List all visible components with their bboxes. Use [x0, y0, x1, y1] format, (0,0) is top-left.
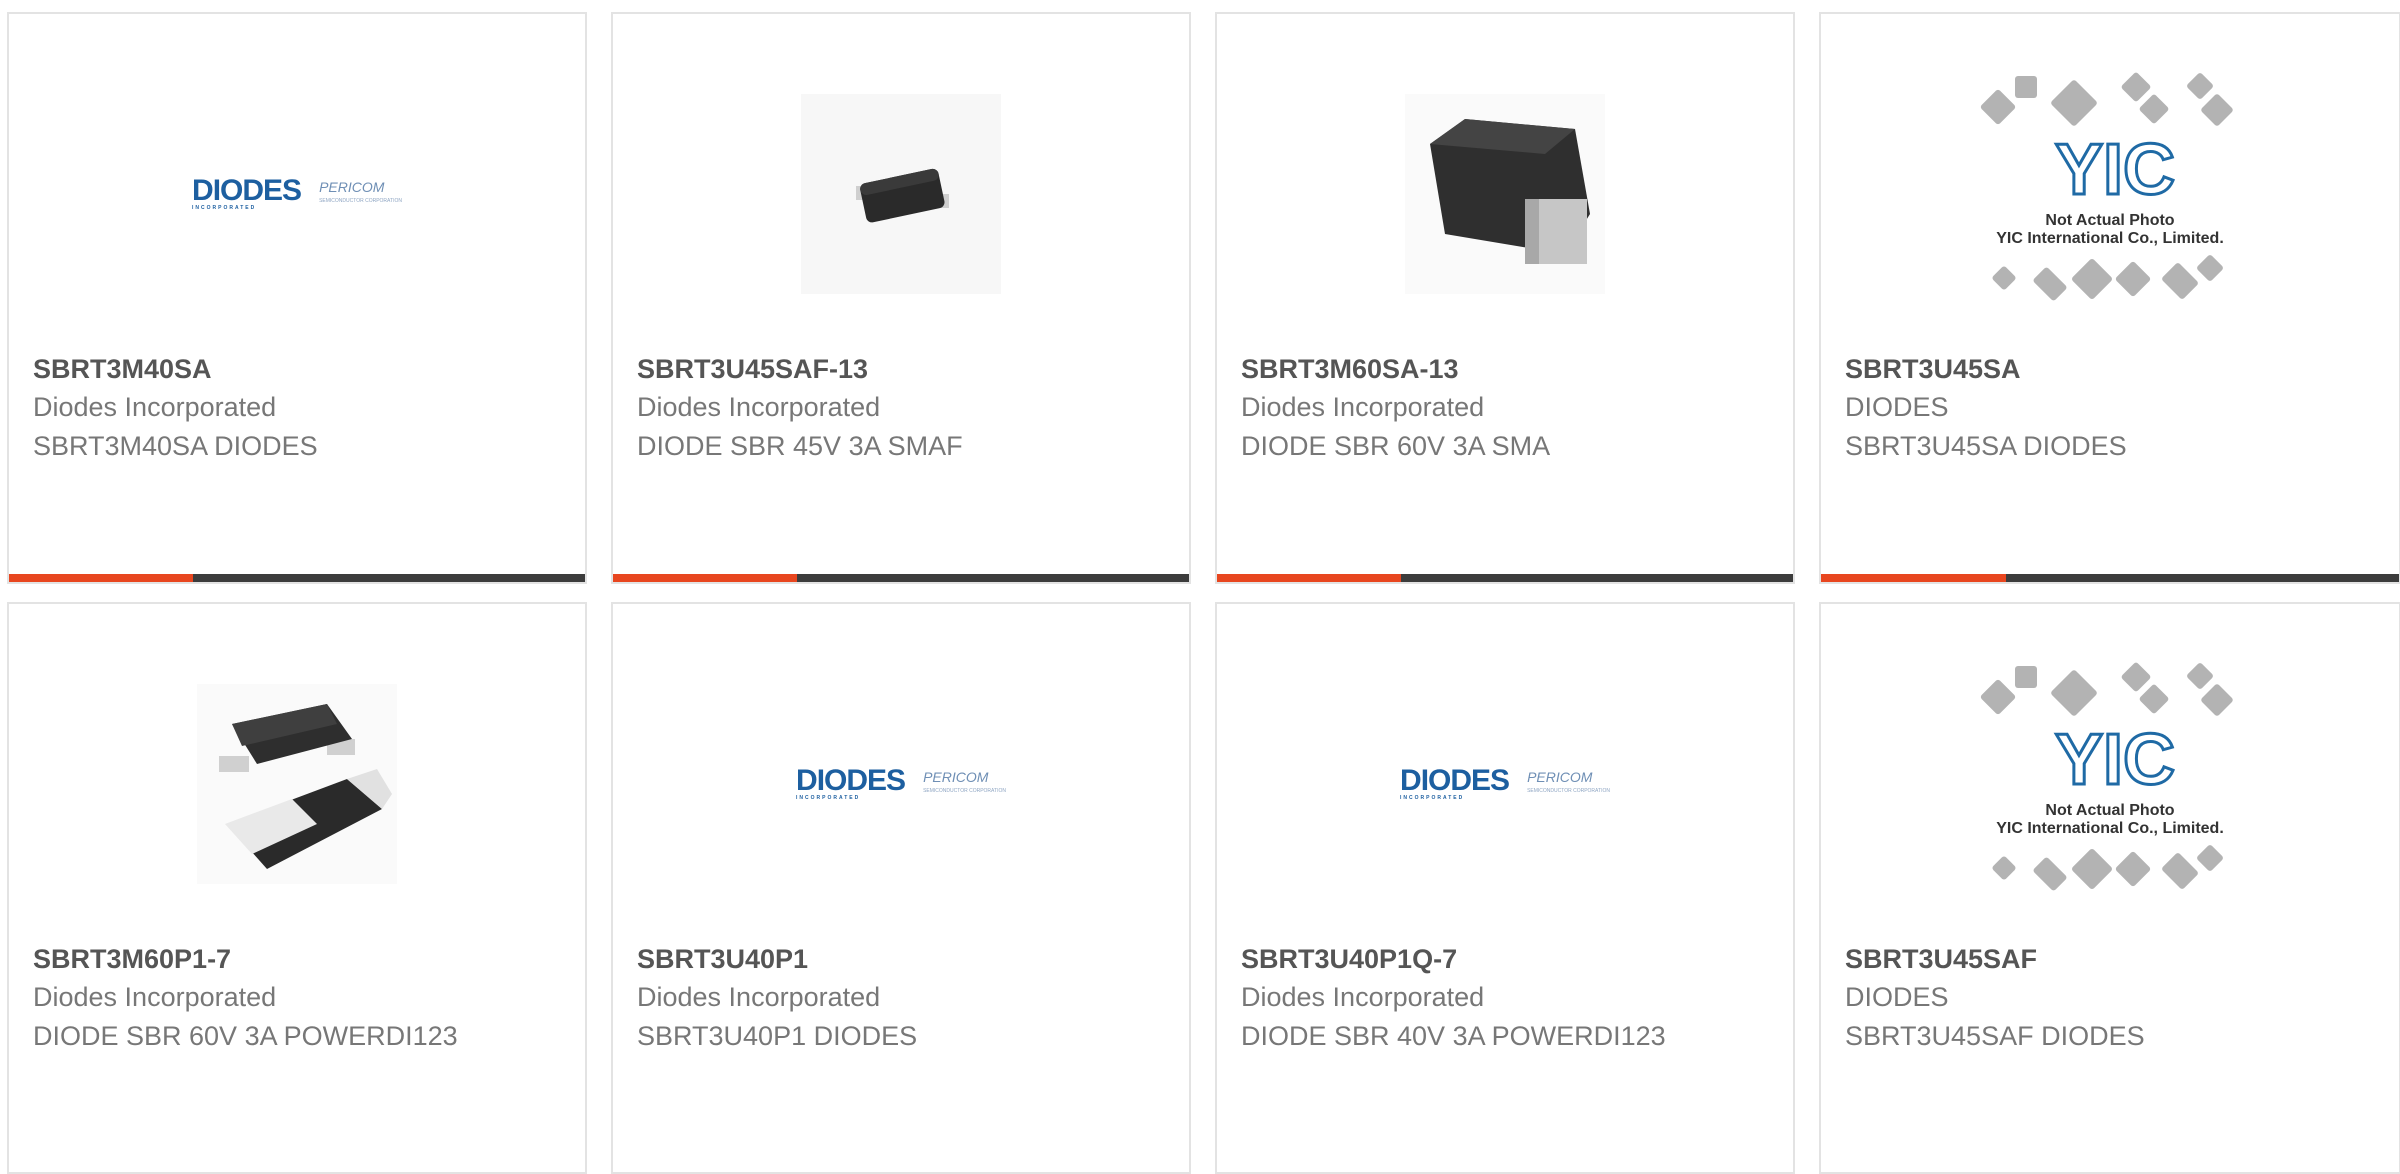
manufacturer: Diodes Incorporated — [637, 982, 881, 1012]
product-image: DIODES INCORPORATED PERICOM SEMICONDUCTOR … — [613, 664, 1189, 904]
part-number[interactable]: SBRT3M60P1-7 — [33, 944, 231, 975]
logo-brand: DIODES — [796, 764, 906, 797]
logo-partner-tagline: SEMICONDUCTOR CORPORATION — [923, 788, 1006, 794]
manufacturer: Diodes Incorporated — [33, 392, 277, 422]
product-grid: DIODES INCORPORATED PERICOM SEMICONDUCTOR … — [0, 0, 2400, 1174]
description: DIODE SBR 40V 3A POWERDI123 — [1241, 1021, 1666, 1051]
card-accent-bar — [613, 574, 1189, 582]
manufacturer: DIODES — [1845, 982, 1949, 1012]
product-card[interactable]: YIC Not Actual Photo YIC International C… — [1819, 602, 2400, 1174]
part-number[interactable]: SBRT3M60SA-13 — [1241, 354, 1459, 385]
not-actual-photo: YIC Not Actual Photo YIC International C… — [1975, 661, 2245, 904]
card-accent-bar — [1821, 574, 2399, 582]
manufacturer: Diodes Incorporated — [33, 982, 277, 1012]
description: DIODE SBR 60V 3A POWERDI123 — [33, 1021, 458, 1051]
description: SBRT3U45SA DIODES — [1845, 431, 2127, 461]
part-number[interactable]: SBRT3U45SAF — [1845, 944, 2037, 975]
product-image: DIODES INCORPORATED PERICOM SEMICONDUCTOR … — [9, 74, 585, 314]
description: SBRT3M40SA DIODES — [33, 431, 318, 461]
part-number[interactable]: SBRT3M40SA — [33, 354, 212, 385]
product-image: DIODES INCORPORATED PERICOM SEMICONDUCTOR … — [1217, 664, 1793, 904]
logo-partner-tagline: SEMICONDUCTOR CORPORATION — [319, 198, 402, 204]
product-card[interactable]: YIC Not Actual Photo YIC International C… — [1819, 12, 2400, 584]
placeholder-line2: YIC International Co., Limited. — [1996, 820, 2224, 837]
part-number[interactable]: SBRT3U45SA — [1845, 354, 2021, 385]
diodes-logo: DIODES INCORPORATED PERICOM SEMICONDUCTOR … — [796, 764, 1006, 802]
product-card[interactable]: SBRT3M60P1-7 Diodes Incorporated DIODE S… — [7, 602, 587, 1174]
product-card[interactable]: DIODES INCORPORATED PERICOM SEMICONDUCTOR … — [7, 12, 587, 584]
powerdi123-package-photo — [197, 684, 397, 884]
manufacturer: Diodes Incorporated — [1241, 392, 1485, 422]
manufacturer: DIODES — [1845, 392, 1949, 422]
manufacturer: Diodes Incorporated — [1241, 982, 1485, 1012]
logo-partner: PERICOM — [923, 769, 989, 785]
part-number[interactable]: SBRT3U40P1 — [637, 944, 808, 975]
smaf-package-photo — [801, 94, 1001, 294]
description: SBRT3U45SAF DIODES — [1845, 1021, 2145, 1051]
logo-brand: DIODES — [1400, 764, 1510, 797]
description: SBRT3U40P1 DIODES — [637, 1021, 918, 1051]
placeholder-line2: YIC International Co., Limited. — [1996, 230, 2224, 247]
logo-partner: PERICOM — [1527, 769, 1593, 785]
placeholder-caption: Not Actual Photo YIC International Co., … — [1975, 212, 2245, 248]
product-image — [9, 664, 585, 904]
product-card[interactable]: DIODES INCORPORATED PERICOM SEMICONDUCTOR … — [611, 602, 1191, 1174]
product-card[interactable]: SBRT3M60SA-13 Diodes Incorporated DIODE … — [1215, 12, 1795, 584]
part-number[interactable]: SBRT3U40P1Q-7 — [1241, 944, 1457, 975]
product-image — [613, 74, 1189, 314]
product-image: YIC Not Actual Photo YIC International C… — [1821, 661, 2399, 904]
logo-partner-tagline: SEMICONDUCTOR CORPORATION — [1527, 788, 1610, 794]
product-image — [1217, 74, 1793, 314]
part-number[interactable]: SBRT3U45SAF-13 — [637, 354, 868, 385]
product-card[interactable]: DIODES INCORPORATED PERICOM SEMICONDUCTOR … — [1215, 602, 1795, 1174]
yic-mark: YIC — [2054, 130, 2177, 210]
diodes-logo: DIODES INCORPORATED PERICOM SEMICONDUCTOR … — [192, 174, 402, 212]
product-image: YIC Not Actual Photo YIC International C… — [1821, 71, 2399, 314]
logo-partner: PERICOM — [319, 179, 385, 195]
logo-brand: DIODES — [192, 174, 302, 207]
card-accent-bar — [9, 574, 585, 582]
placeholder-line1: Not Actual Photo — [2045, 802, 2175, 819]
product-card[interactable]: SBRT3U45SAF-13 Diodes Incorporated DIODE… — [611, 12, 1191, 584]
placeholder-line1: Not Actual Photo — [2045, 212, 2175, 229]
placeholder-caption: Not Actual Photo YIC International Co., … — [1975, 802, 2245, 838]
not-actual-photo: YIC Not Actual Photo YIC International C… — [1975, 71, 2245, 314]
description: DIODE SBR 45V 3A SMAF — [637, 431, 963, 461]
card-accent-bar — [1217, 574, 1793, 582]
sma-package-photo — [1405, 94, 1605, 294]
manufacturer: Diodes Incorporated — [637, 392, 881, 422]
yic-mark: YIC — [2054, 720, 2177, 800]
diodes-logo: DIODES INCORPORATED PERICOM SEMICONDUCTOR … — [1400, 764, 1610, 802]
description: DIODE SBR 60V 3A SMA — [1241, 431, 1551, 461]
